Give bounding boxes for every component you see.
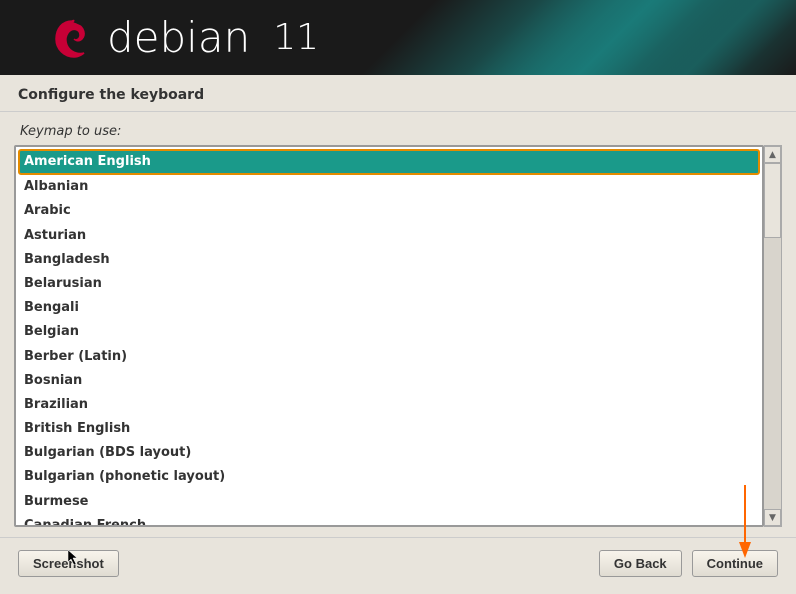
scrollbar[interactable]: ▲ ▼ (764, 145, 782, 527)
brand-version: 11 (273, 17, 319, 58)
list-item[interactable]: Bangladesh (18, 248, 760, 272)
footer-bar: Screenshot Go Back Continue (0, 537, 796, 577)
brand-name: debian (107, 13, 250, 62)
list-item[interactable]: Albanian (18, 175, 760, 199)
installer-header: debian 11 (0, 0, 796, 75)
list-item[interactable]: Bengali (18, 296, 760, 320)
keymap-listbox[interactable]: American EnglishAlbanianArabicAsturianBa… (14, 145, 764, 527)
keymap-prompt-label: Keymap to use: (14, 116, 782, 145)
scroll-up-button[interactable]: ▲ (764, 146, 781, 163)
list-item[interactable]: Bosnian (18, 369, 760, 393)
list-item[interactable]: Brazilian (18, 393, 760, 417)
scroll-thumb[interactable] (764, 163, 781, 238)
list-item[interactable]: Burmese (18, 490, 760, 514)
list-item[interactable]: Bulgarian (BDS layout) (18, 441, 760, 465)
list-item[interactable]: Asturian (18, 224, 760, 248)
list-item[interactable]: Bulgarian (phonetic layout) (18, 465, 760, 489)
scroll-down-button[interactable]: ▼ (764, 509, 781, 526)
page-title: Configure the keyboard (0, 75, 796, 112)
list-item[interactable]: Canadian French (18, 514, 760, 527)
list-item[interactable]: Belgian (18, 320, 760, 344)
content-area: Keymap to use: American EnglishAlbanianA… (0, 116, 796, 527)
keymap-listbox-wrapper: American EnglishAlbanianArabicAsturianBa… (14, 145, 782, 527)
debian-swirl-logo (50, 13, 92, 63)
go-back-button[interactable]: Go Back (599, 550, 682, 577)
continue-button[interactable]: Continue (692, 550, 778, 577)
scroll-track[interactable] (764, 163, 781, 509)
list-item[interactable]: Arabic (18, 199, 760, 223)
list-item[interactable]: American English (18, 149, 760, 175)
screenshot-button[interactable]: Screenshot (18, 550, 119, 577)
list-item[interactable]: British English (18, 417, 760, 441)
list-item[interactable]: Belarusian (18, 272, 760, 296)
list-item[interactable]: Berber (Latin) (18, 345, 760, 369)
